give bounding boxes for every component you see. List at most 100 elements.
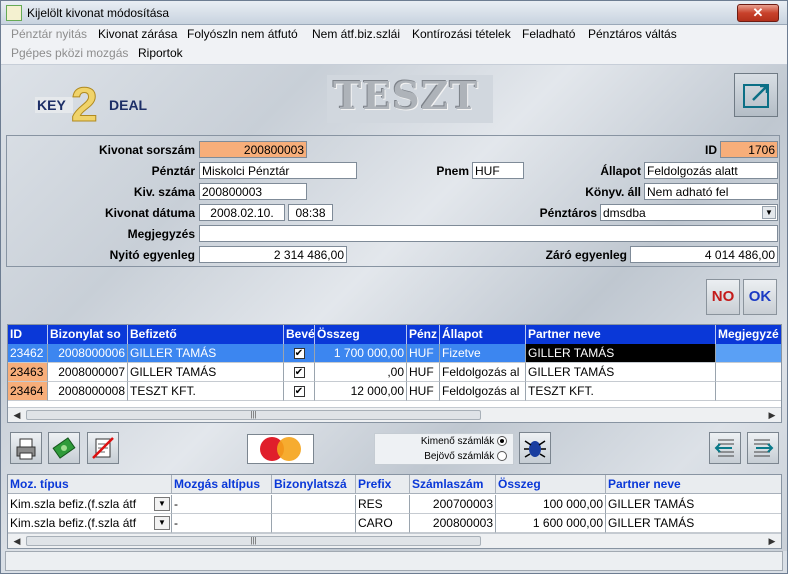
ido-field[interactable]: 08:38 <box>288 204 333 221</box>
scroll-left-icon[interactable]: ◀ <box>10 534 24 548</box>
kiv-szama-field[interactable]: 200800003 <box>199 183 307 200</box>
pnem-field[interactable]: HUF <box>472 162 524 179</box>
money-button[interactable] <box>48 432 80 464</box>
allapot-label: Állapot <box>600 164 641 178</box>
chevron-down-icon[interactable]: ▼ <box>154 516 170 530</box>
grid1-header-beve[interactable]: Bevé <box>284 325 315 344</box>
menu-kontirozasi[interactable]: Kontírozási tételek <box>412 27 511 41</box>
close-button[interactable]: ✕ <box>737 4 779 22</box>
grid1-hscrollbar[interactable]: ◀ ||| ▶ <box>8 407 781 422</box>
beve-checkbox[interactable]: ✔ <box>293 348 305 360</box>
kivonat-sorszam-field[interactable]: 200800003 <box>199 141 307 158</box>
datum-field[interactable]: 2008.02.10. <box>199 204 285 221</box>
ok-button-label: OK <box>748 288 772 305</box>
grid1-cell-bizonylat: 2008000007 <box>48 363 128 382</box>
exit-button[interactable] <box>734 73 778 117</box>
kimeno-label: Kimenő számlák <box>420 436 495 447</box>
allapot-field[interactable]: Feldolgozás alatt <box>644 162 778 179</box>
menu-kivonat-zarasa[interactable]: Kivonat zárása <box>98 27 177 41</box>
grid1-cell-beve[interactable]: ✔ <box>284 344 315 363</box>
bejovo-radio[interactable] <box>497 451 507 462</box>
grid1-cell-megjegyzes <box>716 363 781 382</box>
megjegyzes-field[interactable] <box>199 225 778 242</box>
exit-icon <box>743 84 769 108</box>
grid1-header-bizonylat[interactable]: Bizonylat so <box>48 325 128 344</box>
chevron-down-icon[interactable]: ▼ <box>762 206 776 219</box>
scroll-thumb[interactable]: ||| <box>26 410 481 420</box>
bejovo-radio-row[interactable]: Bejövő számlák <box>424 451 507 462</box>
grid2-header-osszeg[interactable]: Összeg <box>496 475 606 494</box>
beve-checkbox[interactable]: ✔ <box>293 386 305 398</box>
grid2-cell-osszeg: 1 600 000,00 <box>496 514 606 533</box>
menu-penztaros-valtas[interactable]: Pénztáros váltás <box>588 27 677 41</box>
grid1-cell-beve[interactable]: ✔ <box>284 382 315 401</box>
grid1-header-befizeto[interactable]: Befizető <box>128 325 284 344</box>
card-payment-button[interactable] <box>247 434 314 464</box>
scroll-thumb[interactable]: ||| <box>26 536 481 546</box>
grid1-cell-beve[interactable]: ✔ <box>284 363 315 382</box>
scroll-left-icon[interactable]: ◀ <box>10 408 24 422</box>
grid2-header-szamlaszam[interactable]: Számlaszám <box>410 475 496 494</box>
svg-text:DEAL: DEAL <box>109 97 148 113</box>
zaro-egyenleg-label: Záró egyenleg <box>545 248 627 262</box>
grid2-hscrollbar[interactable]: ◀ ||| ▶ <box>8 533 781 548</box>
zaro-egyenleg-field[interactable]: 4 014 486,00 <box>630 246 778 263</box>
window-title: Kijelölt kivonat módosítása <box>27 6 170 20</box>
nyito-egyenleg-label: Nyitó egyenleg <box>109 248 195 262</box>
kimeno-radio[interactable] <box>497 436 507 447</box>
no-button[interactable]: NO <box>706 279 740 315</box>
grid1-cell-partner[interactable]: GILLER TAMÁS <box>526 344 716 363</box>
scroll-right-icon[interactable]: ▶ <box>765 534 779 548</box>
menu-bar: Pénztár nyitás Kivonat zárása Folyószln … <box>1 25 787 65</box>
menu-pgepes[interactable]: Pgépes pközi mozgás <box>11 46 128 60</box>
penztaros-select[interactable]: dmsdba ▼ <box>600 204 778 221</box>
szamla-radio-group: Kimenő számlák Bejövő számlák <box>374 433 514 465</box>
grid2-cell-partner: GILLER TAMÁS <box>606 514 781 533</box>
megjegyzes-label: Megjegyzés <box>127 227 195 241</box>
grid2-cell-moz-tipus[interactable]: Kim.szla befiz.(f.szla átf ▼ <box>8 514 172 533</box>
ok-button[interactable]: OK <box>743 279 777 315</box>
move-right-button[interactable] <box>747 432 779 464</box>
grid1-header-osszeg[interactable]: Összeg <box>315 325 407 344</box>
grid1-cell-id[interactable]: 23463 <box>8 363 48 382</box>
grid1-cell-megjegyzes <box>716 344 781 363</box>
grid2-header-bizonylatszam[interactable]: Bizonylatszá <box>272 475 356 494</box>
bug-button[interactable] <box>519 432 551 464</box>
grid2-header-prefix[interactable]: Prefix <box>356 475 410 494</box>
delete-document-button[interactable] <box>87 432 119 464</box>
id-field[interactable]: 1706 <box>720 141 778 158</box>
menu-penztar-nyitas[interactable]: Pénztár nyitás <box>11 27 87 41</box>
konyv-all-field[interactable]: Nem adható fel <box>644 183 778 200</box>
moz-tipus-value: Kim.szla befiz.(f.szla átf <box>10 516 137 530</box>
chevron-down-icon[interactable]: ▼ <box>154 497 170 511</box>
grid1-header-partner[interactable]: Partner neve <box>526 325 716 344</box>
scroll-right-icon[interactable]: ▶ <box>765 408 779 422</box>
grid1-cell-partner: TESZT KFT. <box>526 382 716 401</box>
menu-nem-atf[interactable]: Nem átf.biz.szlái <box>312 27 400 41</box>
mastercard-icon <box>260 437 301 461</box>
grid2-cell-bizonylat <box>272 514 356 533</box>
print-button[interactable] <box>10 432 42 464</box>
kimeno-radio-row[interactable]: Kimenő számlák <box>421 436 507 447</box>
grid1-header-allapot[interactable]: Állapot <box>440 325 526 344</box>
grid2-cell-moz-tipus[interactable]: Kim.szla befiz.(f.szla átf ▼ <box>8 495 172 514</box>
grid1-cell-id[interactable]: 23464 <box>8 382 48 401</box>
nyito-egyenleg-field[interactable]: 2 314 486,00 <box>199 246 347 263</box>
menu-feladhato[interactable]: Feladható <box>522 27 575 41</box>
status-bar <box>5 551 783 571</box>
menu-folyoszln[interactable]: Folyószln nem átfutó <box>187 27 298 41</box>
penztar-field[interactable]: Miskolci Pénztár <box>199 162 357 179</box>
no-document-icon <box>92 437 114 459</box>
grid1-header-penz[interactable]: Pénz <box>407 325 440 344</box>
grid1-header-id[interactable]: ID <box>8 325 48 344</box>
move-left-button[interactable] <box>709 432 741 464</box>
grid1-header-megjegyzes[interactable]: Megjegyzé <box>716 325 781 344</box>
grid2-header-mozgas-altipus[interactable]: Mozgás altípus <box>172 475 272 494</box>
bejovo-label: Bejövő számlák <box>424 451 495 462</box>
svg-text:KEY: KEY <box>37 97 66 113</box>
menu-riportok[interactable]: Riportok <box>138 46 183 60</box>
grid2-header-moz-tipus[interactable]: Moz. típus <box>8 475 172 494</box>
grid2-header-partner[interactable]: Partner neve <box>606 475 781 494</box>
beve-checkbox[interactable]: ✔ <box>293 367 305 379</box>
grid2-cell-bizonylat <box>272 495 356 514</box>
